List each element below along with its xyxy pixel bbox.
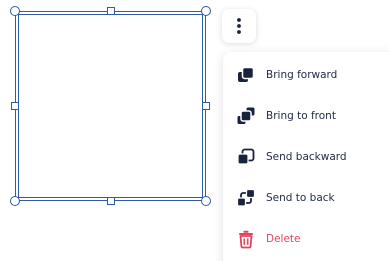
resize-handle-bottom-right[interactable] [201, 196, 211, 206]
menu-item-bring-to-front[interactable]: Bring to front [223, 99, 389, 133]
more-options-button[interactable] [222, 9, 256, 43]
resize-handle-top-right[interactable] [201, 6, 211, 16]
menu-item-send-backward[interactable]: Send backward [223, 140, 389, 174]
bring-forward-icon [236, 65, 256, 85]
menu-item-delete[interactable]: Delete [223, 222, 389, 256]
resize-handle-bottom[interactable] [107, 197, 115, 205]
menu-item-label: Bring to front [266, 110, 336, 122]
selected-shape[interactable] [15, 11, 206, 201]
resize-handle-top-left[interactable] [10, 6, 20, 16]
menu-item-label: Send to back [266, 192, 335, 204]
editor-canvas[interactable]: Bring forward Bring to front Send backwa… [0, 0, 389, 261]
trash-icon [236, 229, 256, 249]
bring-to-front-icon [236, 106, 256, 126]
more-vertical-icon [237, 18, 241, 34]
resize-handle-bottom-left[interactable] [10, 196, 20, 206]
menu-item-send-to-back[interactable]: Send to back [223, 181, 389, 215]
menu-item-label: Delete [266, 233, 301, 245]
resize-handle-right[interactable] [202, 102, 210, 110]
menu-item-label: Bring forward [266, 69, 338, 81]
send-to-back-icon [236, 188, 256, 208]
menu-item-label: Send backward [266, 151, 347, 163]
menu-item-bring-forward[interactable]: Bring forward [223, 58, 389, 92]
resize-handle-left[interactable] [11, 102, 19, 110]
arrange-menu: Bring forward Bring to front Send backwa… [223, 52, 389, 261]
send-backward-icon [236, 147, 256, 167]
resize-handle-top[interactable] [107, 7, 115, 15]
